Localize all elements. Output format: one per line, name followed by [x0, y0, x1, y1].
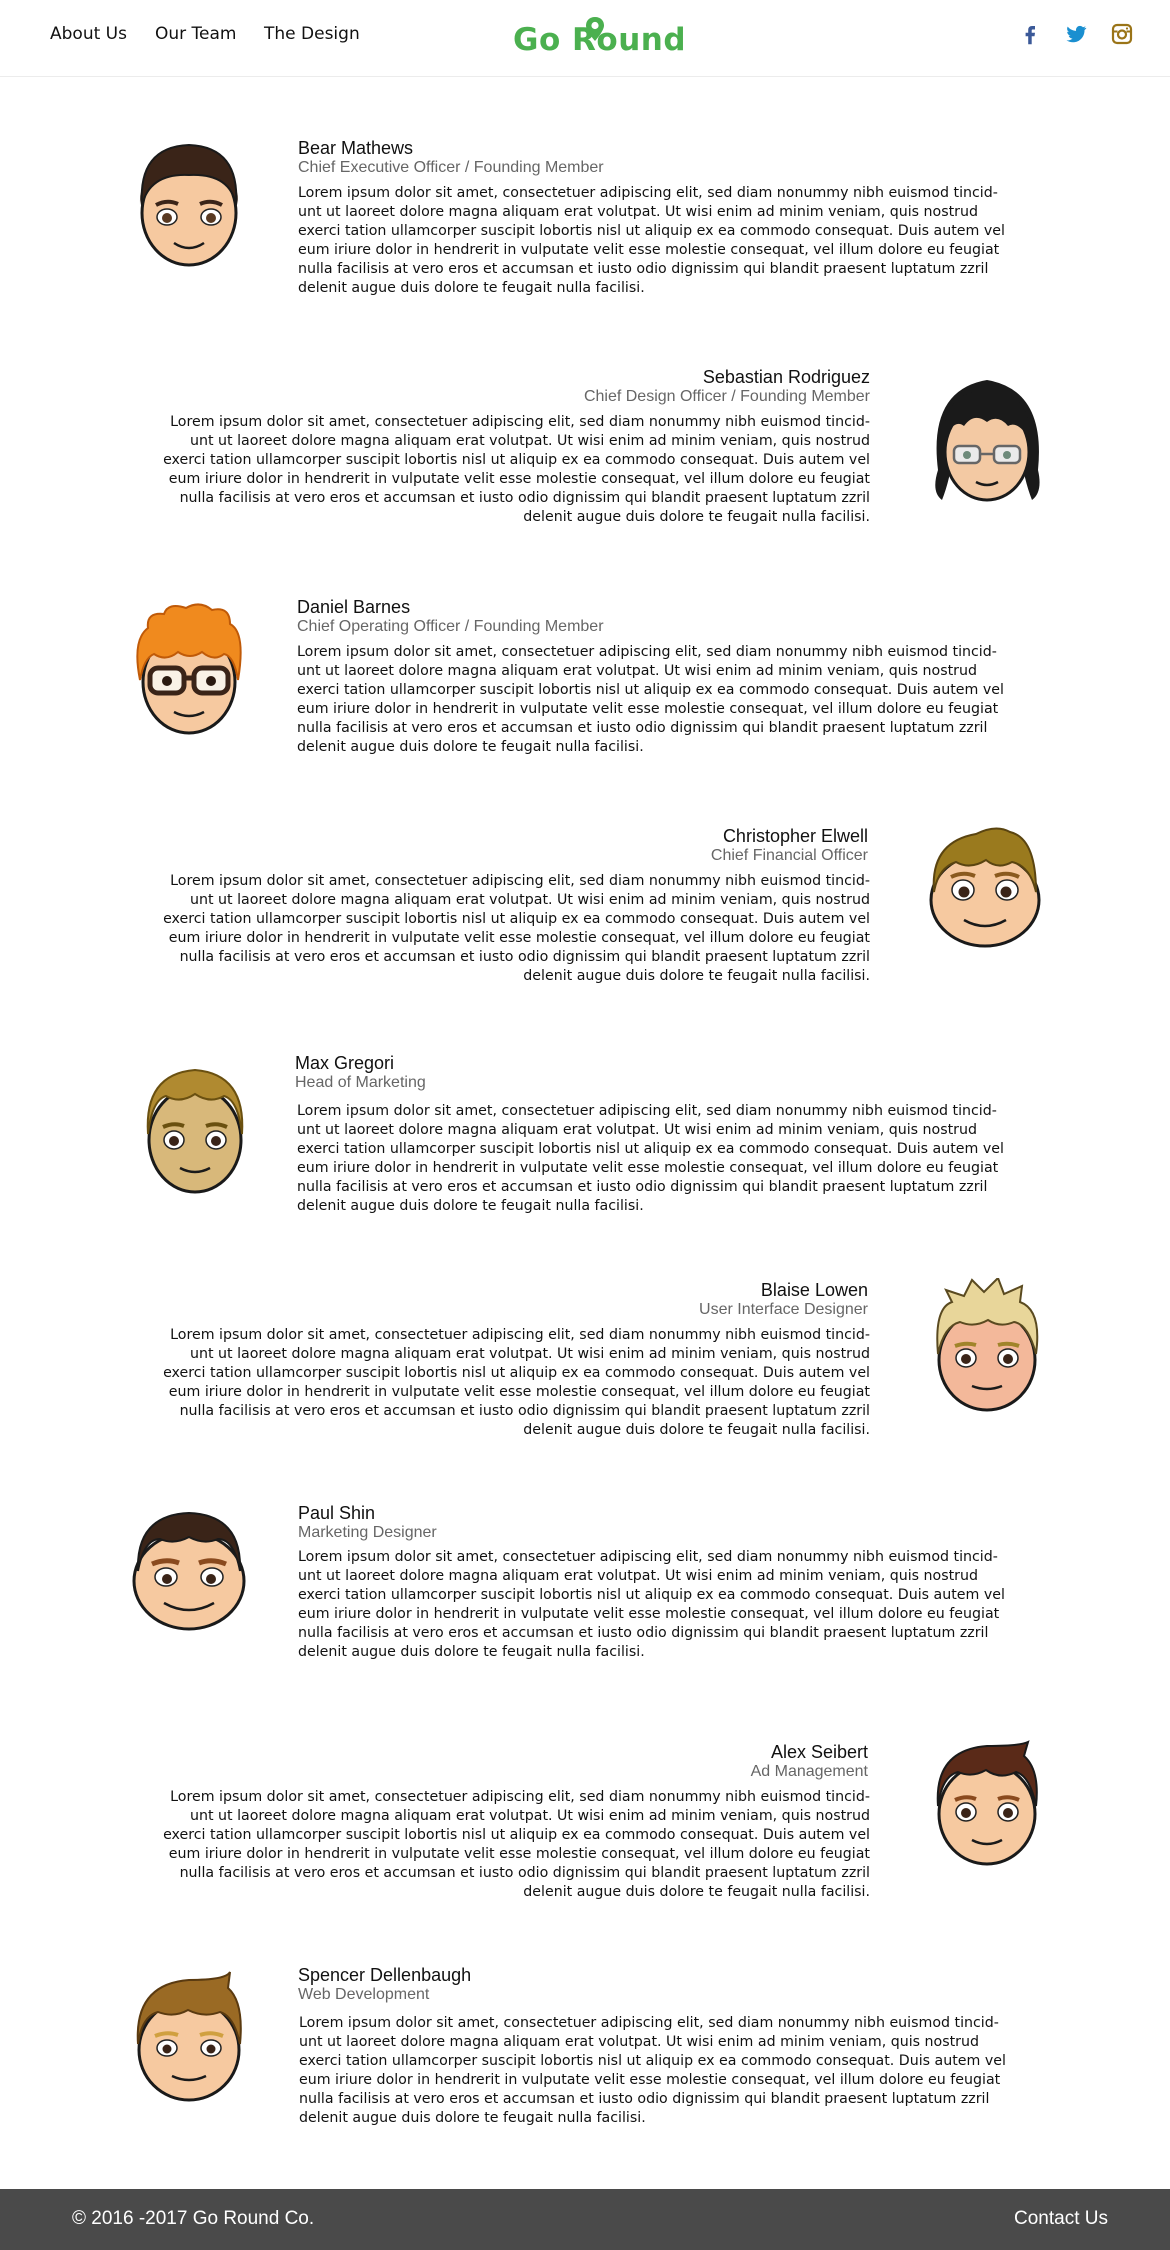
member-bio: Lorem ipsum dolor sit amet, consectetuer…	[163, 873, 870, 985]
avatar	[929, 827, 1041, 948]
member-role: User Interface Designer	[699, 1301, 868, 1318]
member-role: Marketing Designer	[298, 1524, 437, 1541]
footer: © 2016 -2017 Go Round Co. Contact Us	[0, 2189, 1170, 2250]
member-role: Chief Design Officer / Founding Member	[583, 388, 870, 405]
twitter-icon[interactable]	[1064, 22, 1088, 46]
avatar	[146, 1068, 244, 1194]
member-name: Daniel Barnes	[297, 597, 411, 617]
member-info: Max Gregori Head of Marketing Lorem ipsu…	[295, 1053, 1005, 1217]
instagram-icon[interactable]	[1110, 22, 1134, 46]
member-role: Chief Executive Officer / Founding Membe…	[298, 159, 604, 176]
member-bio: Lorem ipsum dolor sit amet, consectetuer…	[298, 185, 1005, 297]
avatar	[936, 1278, 1039, 1412]
member-bio: Lorem ipsum dolor sit amet, consectetuer…	[297, 644, 1004, 756]
member-role: Chief Financial Officer	[710, 847, 868, 864]
member-info: Paul Shin Marketing Designer Lorem ipsum…	[298, 1503, 1008, 1663]
member-name: Sebastian Rodriguez	[702, 367, 870, 387]
member-bio: Lorem ipsum dolor sit amet, consectetuer…	[298, 1549, 1005, 1661]
member-bio: Lorem ipsum dolor sit amet, consectetuer…	[297, 1103, 1004, 1215]
member-role: Web Development	[298, 1986, 430, 2003]
member-bio: Lorem ipsum dolor sit amet, consectetuer…	[163, 1327, 870, 1439]
member-name: Christopher Elwell	[722, 826, 868, 846]
contact-us-link[interactable]: Contact Us	[1014, 2208, 1108, 2230]
copyright-text: © 2016 -2017 Go Round Co.	[72, 2208, 315, 2229]
member-info: Sebastian Rodriguez Chief Design Officer…	[160, 367, 870, 528]
member-info: Bear Mathews Chief Executive Officer / F…	[298, 138, 1008, 299]
member-role: Ad Management	[750, 1763, 868, 1780]
member-info: Alex Seibert Ad Management Lorem ipsum d…	[158, 1742, 870, 1903]
top-nav: About Us Our Team The Design Go Round	[0, 0, 1170, 77]
avatar	[136, 603, 242, 735]
member-name: Paul Shin	[298, 1503, 376, 1523]
member-role: Head of Marketing	[295, 1074, 426, 1091]
facebook-icon[interactable]	[1018, 22, 1042, 46]
nav-our-team[interactable]: Our Team	[155, 24, 236, 44]
member-name: Spencer Dellenbaugh	[298, 1965, 472, 1985]
nav-the-design[interactable]: The Design	[264, 24, 360, 44]
member-info: Christopher Elwell Chief Financial Offic…	[158, 826, 870, 987]
member-info: Spencer Dellenbaugh Web Development Lore…	[298, 1965, 1008, 2129]
member-name: Blaise Lowen	[760, 1280, 868, 1300]
avatar	[935, 380, 1040, 502]
member-info: Blaise Lowen User Interface Designer Lor…	[158, 1280, 870, 1441]
avatar	[936, 1740, 1038, 1866]
member-info: Daniel Barnes Chief Operating Officer / …	[297, 597, 1007, 758]
avatar	[132, 1511, 246, 1631]
member-role: Chief Operating Officer / Founding Membe…	[297, 618, 604, 635]
member-name: Bear Mathews	[298, 138, 414, 158]
member-bio: Lorem ipsum dolor sit amet, consectetuer…	[299, 2015, 1006, 2127]
location-pin-icon	[586, 17, 604, 41]
member-name: Alex Seibert	[770, 1742, 868, 1762]
member-bio: Lorem ipsum dolor sit amet, consectetuer…	[163, 1789, 870, 1901]
avatar	[136, 1971, 242, 2102]
member-name: Max Gregori	[295, 1053, 395, 1073]
brand-logo[interactable]: Go Round	[513, 14, 686, 64]
nav-about-us[interactable]: About Us	[50, 24, 127, 44]
avatar	[139, 143, 239, 267]
member-bio: Lorem ipsum dolor sit amet, consectetuer…	[163, 414, 870, 526]
